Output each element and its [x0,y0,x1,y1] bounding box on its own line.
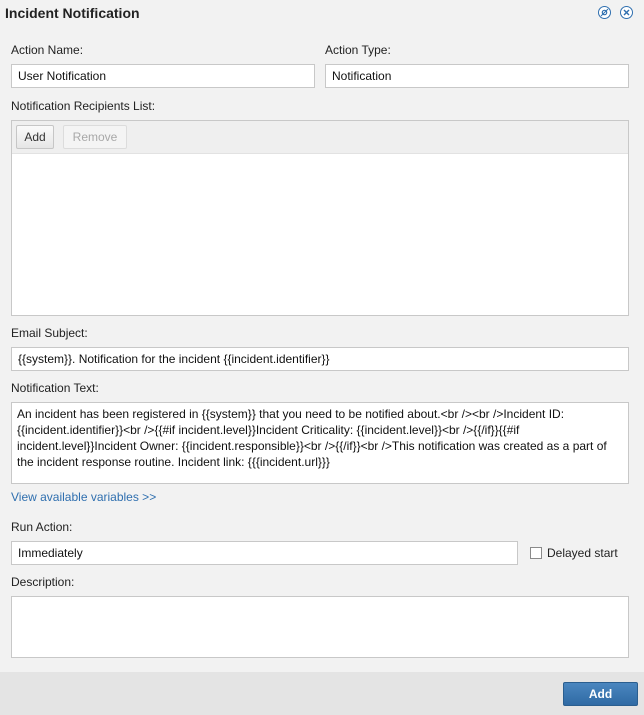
dialog-footer [0,672,644,715]
recipients-label: Notification Recipients List: [11,99,156,113]
email-subject-label: Email Subject: [11,326,88,340]
add-recipient-button[interactable]: Add [16,125,54,149]
add-button[interactable]: Add [563,682,638,706]
action-name-input[interactable]: User Notification [11,64,315,88]
close-icon[interactable] [620,6,633,19]
run-action-label: Run Action: [11,520,73,534]
remove-recipient-button[interactable]: Remove [63,125,127,149]
delayed-start-label: Delayed start [547,546,618,560]
notification-text-area[interactable]: An incident has been registered in {{sys… [11,402,629,484]
settings-icon[interactable] [598,6,611,19]
recipients-list[interactable]: Add Remove [11,120,629,316]
delayed-start-checkbox[interactable] [530,547,542,559]
action-name-label: Action Name: [11,43,84,57]
description-label: Description: [11,575,75,589]
email-subject-input[interactable]: {{system}}. Notification for the inciden… [11,347,629,371]
dialog-titlebar: Incident Notification [0,0,644,26]
view-variables-link[interactable]: View available variables >> [11,490,156,504]
recipients-toolbar: Add Remove [12,121,628,154]
action-type-label: Action Type: [325,43,391,57]
notification-text-label: Notification Text: [11,381,99,395]
description-area[interactable] [11,596,629,658]
dialog-title: Incident Notification [5,5,140,21]
action-type-input[interactable]: Notification [325,64,629,88]
run-action-select[interactable]: Immediately [11,541,518,565]
